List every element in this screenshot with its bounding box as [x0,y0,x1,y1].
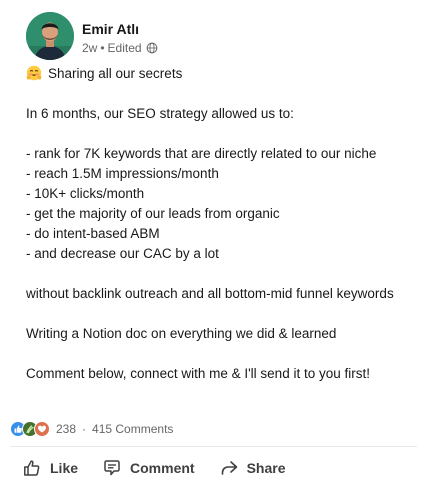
post-line-0: Sharing all our secrets [26,64,421,84]
post-text-line: Sharing all our secrets [48,66,183,81]
author-info: Emir Atlı 2w • Edited [82,21,158,56]
like-button[interactable]: Like [10,452,90,484]
reaction-count[interactable]: 238 [56,422,76,436]
globe-icon [146,42,157,54]
post-text-line: In 6 months, our SEO strategy allowed us… [26,106,294,121]
post-time: 2w [82,41,98,55]
author-avatar[interactable] [26,12,74,60]
reactions-stack[interactable] [10,421,50,437]
comment-label: Comment [130,460,195,476]
post-header: Emir Atlı 2w • Edited [26,12,158,60]
comments-count[interactable]: 415 Comments [92,422,173,436]
feed-post: Emir Atlı 2w • Edited Sharing all our se… [0,0,427,489]
meta-separator: • [100,41,105,55]
post-text-line: - and decrease our CAC by a lot [26,246,219,261]
social-separator: · [82,422,87,436]
like-label: Like [50,460,79,476]
author-name[interactable]: Emir Atlı [82,21,158,38]
post-text-line: - get the majority of our leads from org… [26,206,280,221]
share-arrow-icon [221,461,237,475]
post-text-line: Comment below, connect with me & I'll se… [26,366,370,381]
share-label: Share [246,460,286,476]
post-meta: 2w • Edited [82,40,158,56]
post-text-line: without backlink outreach and all bottom… [26,286,394,301]
post-body: Sharing all our secrets In 6 months, our… [26,64,421,384]
share-button[interactable]: Share [207,452,298,484]
edited-label: Edited [107,41,142,55]
comment-icon [104,460,120,476]
post-text-line: - rank for 7K keywords that are directly… [26,146,377,161]
thumbs-up-icon [24,460,40,476]
social-counts: 238 · 415 Comments [10,420,173,438]
hugging-face-emoji-icon [26,65,42,81]
post-actions: Like Comment Share [10,452,298,484]
actions-divider [10,446,417,447]
love-reaction-icon [34,421,50,437]
post-text-line: Writing a Notion doc on everything we di… [26,326,337,341]
post-text-line: - do intent-based ABM [26,226,160,241]
post-text-line: - reach 1.5M impressions/month [26,166,219,181]
post-text-line: - 10K+ clicks/month [26,186,145,201]
comment-button[interactable]: Comment [90,452,207,484]
